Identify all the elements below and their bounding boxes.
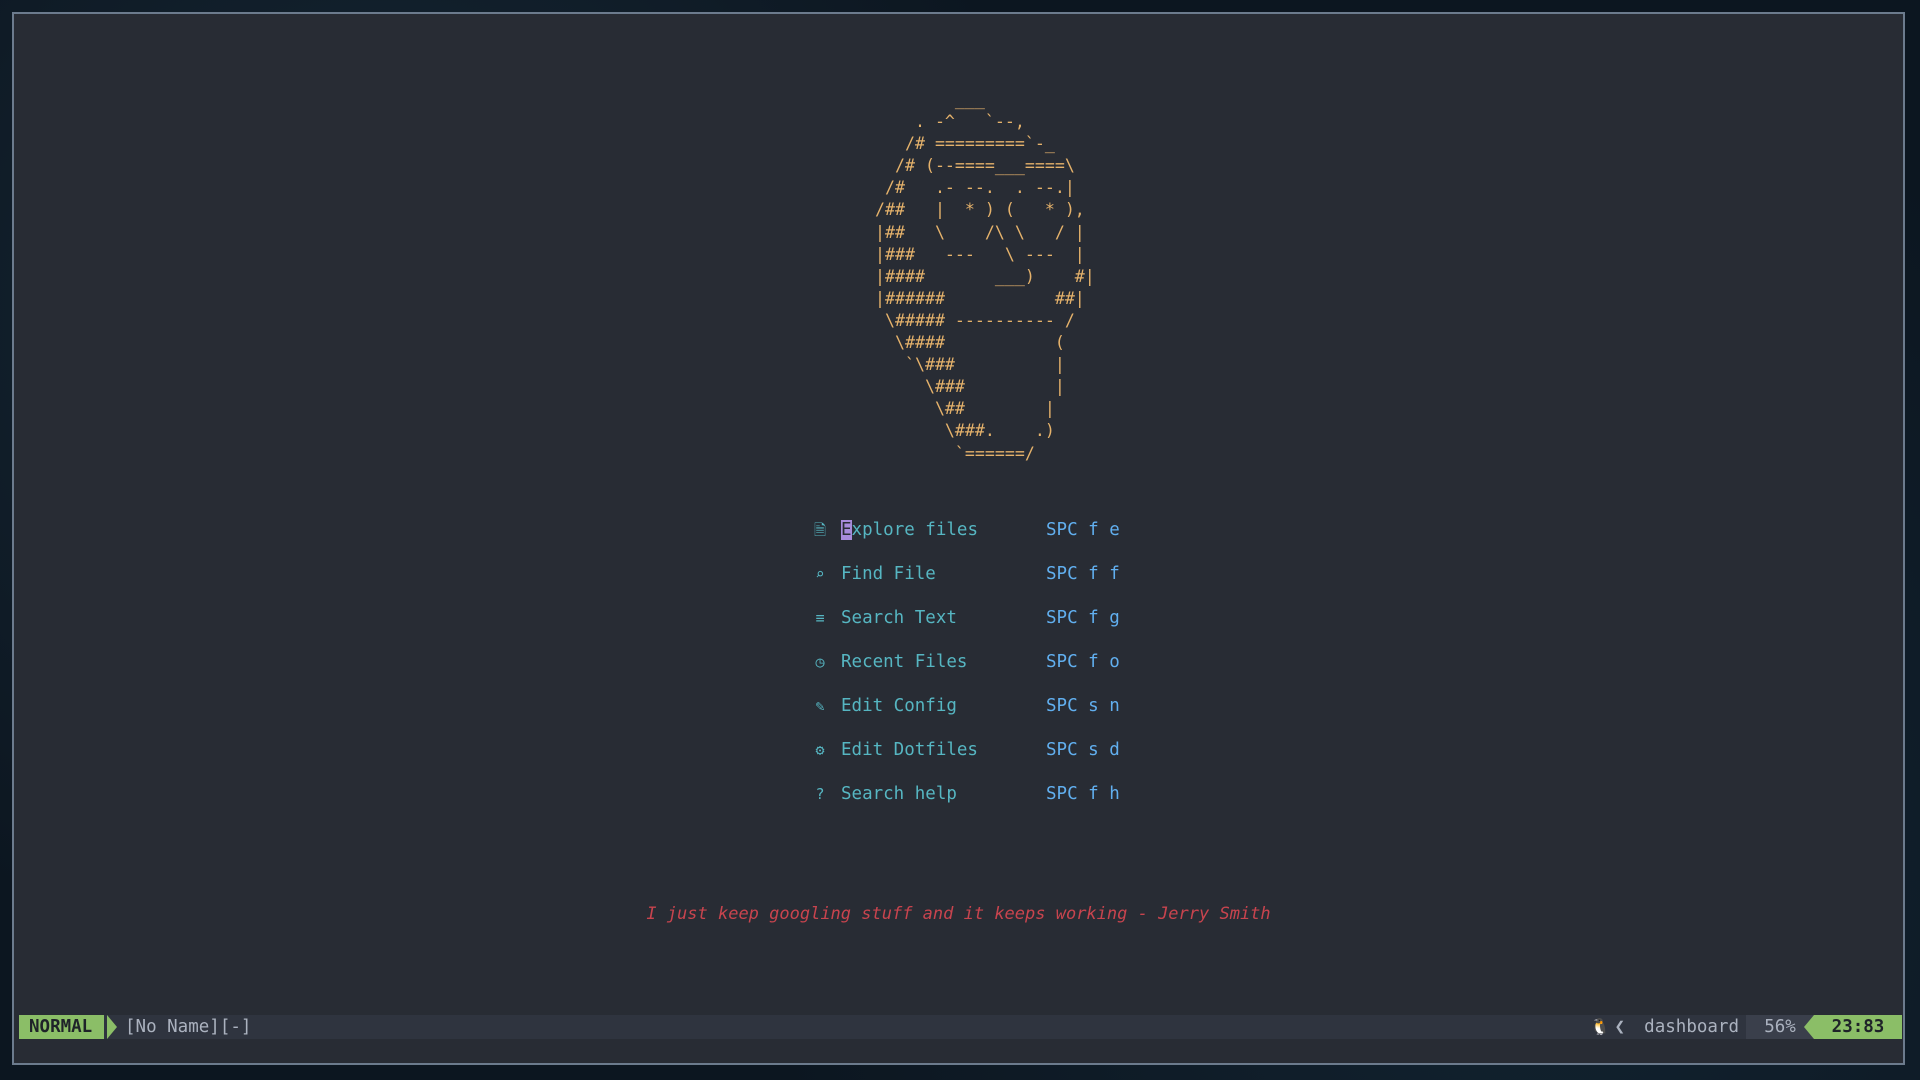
menu-item-shortcut: SPC f e [1046, 520, 1120, 540]
edit-config-icon: ✎ [815, 697, 825, 715]
menu-item-shortcut: SPC f h [1046, 784, 1120, 804]
menu-item-label: Search help [841, 784, 957, 804]
linux-icon: 🐧 [1590, 1017, 1610, 1036]
menu-item-label: Find File [841, 564, 936, 584]
clock-icon: ◷ [815, 653, 825, 671]
menu-item-shortcut: SPC f g [1046, 608, 1120, 628]
help-icon: ? [815, 785, 825, 803]
buffer-name: [No Name][-] [125, 1017, 252, 1037]
menu-item-label: Search Text [841, 608, 957, 628]
menu-item-shortcut: SPC s d [1046, 740, 1120, 760]
statusline: NORMAL [No Name][-] 🐧 ❮ dashboard 56% 23… [19, 1015, 1902, 1039]
menu-item-label: Explore files [841, 520, 978, 540]
menu-item-find-file[interactable]: ⌕ Find File SPC f f [809, 552, 1169, 596]
mode-separator [107, 1015, 117, 1039]
find-file-icon: ⌕ [815, 565, 825, 583]
menu-item-shortcut: SPC f f [1046, 564, 1120, 584]
file-icon: 🗎 [813, 521, 827, 539]
dashboard-footer-quote: I just keep googling stuff and it keeps … [646, 904, 1271, 924]
filetype-separator: ❮ [1614, 1017, 1625, 1037]
menu-item-edit-dotfiles[interactable]: ⚙ Edit Dotfiles SPC s d [809, 728, 1169, 772]
dashboard-ascii-header: ___ . -^ `--, /# =========`-_ /# (--====… [875, 90, 1095, 463]
menu-item-label: Recent Files [841, 652, 968, 672]
text-cursor: E [841, 520, 852, 540]
mode-indicator: NORMAL [19, 1015, 105, 1039]
position-separator [1804, 1015, 1814, 1039]
menu-item-search-text[interactable]: ≡ Search Text SPC f g [809, 596, 1169, 640]
menu-item-search-help[interactable]: ? Search help SPC f h [809, 772, 1169, 816]
menu-item-edit-config[interactable]: ✎ Edit Config SPC s n [809, 684, 1169, 728]
menu-item-label: Edit Dotfiles [841, 740, 978, 760]
cursor-position: 23:83 [1814, 1015, 1902, 1039]
menu-item-recent-files[interactable]: ◷ Recent Files SPC f o [809, 640, 1169, 684]
menu-item-shortcut: SPC s n [1046, 696, 1120, 716]
menu-item-label: Edit Config [841, 696, 957, 716]
filetype: dashboard [1644, 1017, 1739, 1037]
gear-icon: ⚙ [815, 741, 825, 759]
search-text-icon: ≡ [815, 609, 825, 627]
menu-item-shortcut: SPC f o [1046, 652, 1120, 672]
menu-item-explore-files[interactable]: 🗎 Explore files SPC f e [809, 508, 1169, 552]
dashboard-menu: 🗎 Explore files SPC f e ⌕ Find File SPC … [809, 508, 1169, 816]
terminal-window[interactable]: ___ . -^ `--, /# =========`-_ /# (--====… [12, 12, 1905, 1065]
